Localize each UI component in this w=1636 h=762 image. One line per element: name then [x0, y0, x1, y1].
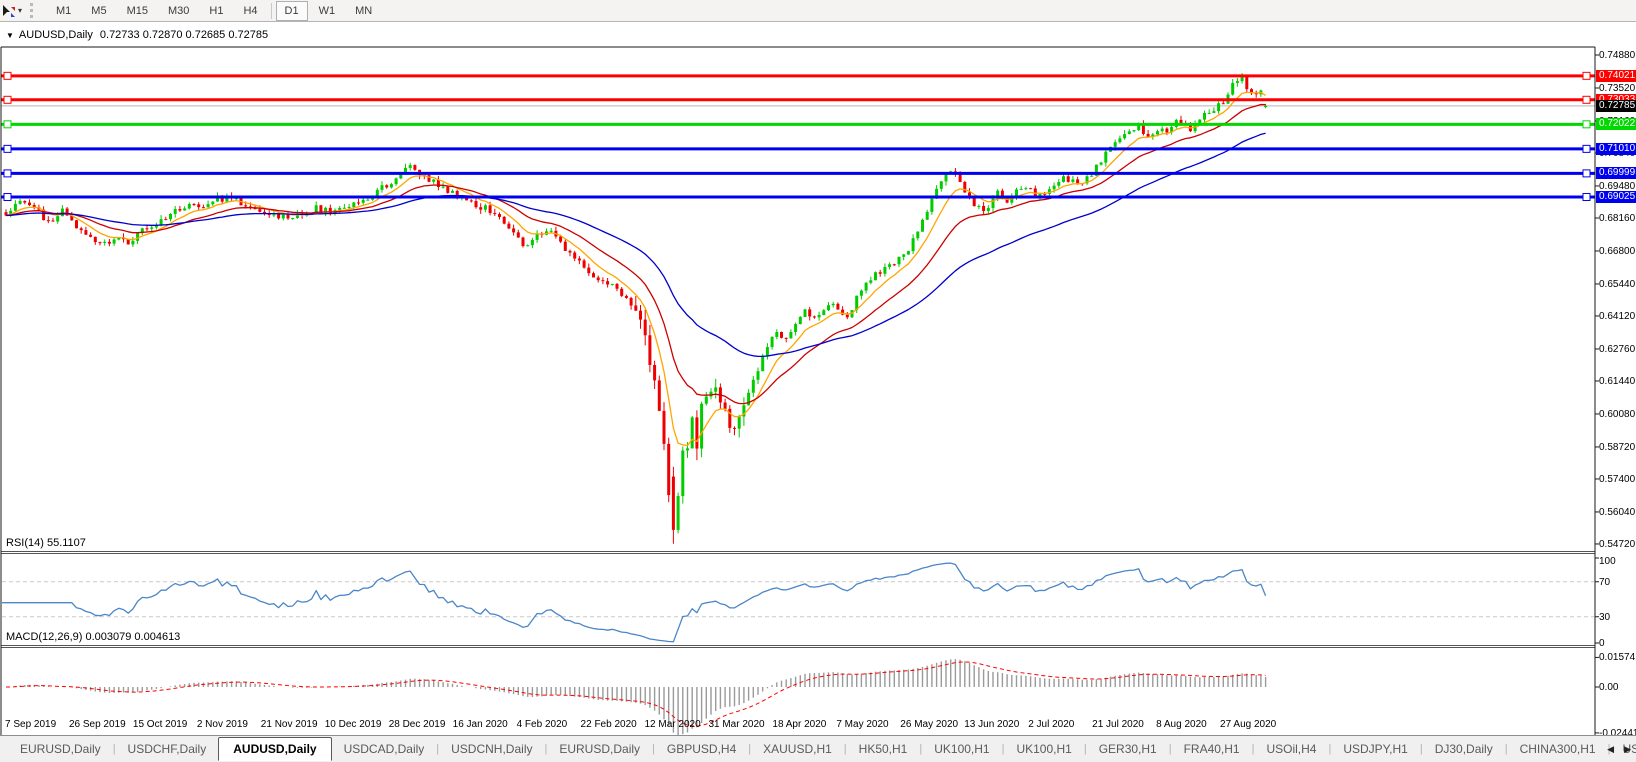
date-axis-label: 7 May 2020 [836, 719, 889, 730]
date-axis-label: 2 Nov 2019 [196, 719, 248, 730]
timeframe-button-D1[interactable]: D1 [275, 0, 308, 21]
rsi-label: RSI(14) 55.1107 [6, 537, 86, 549]
chart-tab-USDJPY-H1[interactable]: USDJPY,H1 [1331, 738, 1419, 760]
price-axis-tick: 0.65440 [1599, 278, 1636, 290]
price-axis-tick: 0.56040 [1599, 506, 1636, 518]
price-axis-tick: 0.60080 [1599, 408, 1636, 420]
chart-shift-tool-icon[interactable] [2, 4, 16, 18]
mt4-window: ▾ M1 M5 M15 M30 H1 H4 D1 W1 MN ▼ AUDUSD,Daily 0.72… [0, 0, 1636, 762]
date-axis-label: 26 May 2020 [900, 719, 959, 730]
price-axis-tick: 0.64120 [1599, 310, 1636, 322]
timeframe-button-M1[interactable]: M1 [47, 1, 80, 21]
timeframe-button-W1[interactable]: W1 [310, 1, 345, 21]
date-axis-label: 13 Jun 2020 [964, 719, 1020, 730]
chart-symbol: AUDUSD,Daily [18, 29, 93, 41]
chart-tab-EURUSD-Daily[interactable]: EURUSD,Daily [547, 738, 652, 760]
hline-price-label: 0.74021 [1596, 69, 1636, 82]
chart-tab-USDCAD-Daily[interactable]: USDCAD,Daily [332, 738, 437, 760]
timeframe-button-M15[interactable]: M15 [118, 1, 157, 21]
price-axis-tick: 0.58720 [1599, 441, 1636, 453]
date-axis-label: 31 Mar 2020 [708, 719, 765, 730]
tab-scroll-right-button[interactable]: ▶ [1624, 744, 1631, 755]
price-axis-tick: 0.54720 [1599, 538, 1636, 550]
price-axis-tick: 0.61440 [1599, 375, 1636, 387]
chart-tab-UK100-H1[interactable]: UK100,H1 [1004, 738, 1083, 760]
chart-tab-UK100-H1[interactable]: UK100,H1 [922, 738, 1001, 760]
price-axis-tick: 0.62760 [1599, 343, 1636, 355]
macd-label: MACD(12,26,9) 0.003079 0.004613 [6, 631, 181, 643]
date-axis-label: 2 Jul 2020 [1028, 719, 1075, 730]
timeframe-button-MN[interactable]: MN [346, 1, 381, 21]
chart-tab-CHINA300-H1[interactable]: CHINA300,H1 [1508, 738, 1608, 760]
toolbar-separator [270, 2, 272, 19]
date-axis-label: 10 Dec 2019 [324, 719, 382, 730]
chart-tab-FRA40-H1[interactable]: FRA40,H1 [1172, 738, 1252, 760]
chart-title: ▼ AUDUSD,Daily 0.72733 0.72870 0.72685 0.7… [6, 29, 268, 41]
date-axis-label: 15 Oct 2019 [132, 719, 188, 730]
rsi-axis-tick: 30 [1599, 611, 1611, 623]
date-axis-label: 21 Nov 2019 [260, 719, 318, 730]
date-axis-label: 22 Feb 2020 [580, 719, 637, 730]
timeframe-button-M5[interactable]: M5 [82, 1, 115, 21]
chart-ohlc-values: 0.72733 0.72870 0.72685 0.72785 [99, 29, 269, 41]
chart-window: ▼ AUDUSD,Daily 0.72733 0.72870 0.72685 0.7… [0, 22, 1636, 739]
date-axis-label: 28 Dec 2019 [388, 719, 446, 730]
timeframe-button-H4[interactable]: H4 [234, 1, 266, 21]
rsi-value: 55.1107 [46, 537, 86, 549]
macd-axis-tick: 0.00 [1599, 682, 1619, 693]
hline-price-label: 0.69025 [1596, 191, 1636, 203]
date-axis-label: 26 Sep 2019 [68, 719, 126, 730]
macd-axis-tick: 0.015741 [1599, 652, 1636, 664]
price-axis-tick: 0.68160 [1599, 212, 1636, 224]
chart-tab-XAUUSD-H1[interactable]: XAUUSD,H1 [751, 738, 844, 760]
collapse-arrow-icon[interactable]: ▼ [6, 31, 14, 40]
date-axis-label: 27 Aug 2020 [1220, 719, 1277, 730]
toolbar-grip[interactable] [30, 3, 38, 18]
chart-tab-DJ30-Daily[interactable]: DJ30,Daily [1423, 738, 1505, 760]
chart-canvas[interactable] [0, 22, 1636, 735]
chart-tabs: EURUSD,Daily | USDCHF,Daily AUDUSD,Daily USD… [8, 737, 1636, 761]
timeframe-button-H1[interactable]: H1 [200, 1, 232, 21]
timeframe-buttons: M1 M5 M15 M30 H1 H4 D1 W1 MN [46, 0, 382, 21]
date-axis-label: 4 Feb 2020 [516, 719, 568, 730]
hline-price-label: 0.71010 [1596, 142, 1636, 155]
macd-values: 0.003079 0.004613 [85, 631, 181, 643]
price-axis-tick: 0.74880 [1599, 50, 1636, 61]
date-axis-label: 7 Sep 2019 [5, 719, 57, 730]
chart-tab-GBPUSD-H4[interactable]: GBPUSD,H4 [655, 738, 748, 760]
date-axis-label: 16 Jan 2020 [452, 719, 508, 730]
dropdown-arrow-icon[interactable]: ▾ [18, 6, 22, 15]
chart-tab-HK50-H1[interactable]: HK50,H1 [847, 738, 920, 760]
rsi-axis-tick: 70 [1599, 576, 1611, 588]
price-axis-tick: 0.73520 [1599, 82, 1636, 94]
hline-price-label: 0.69999 [1596, 167, 1636, 180]
date-axis-label: 21 Jul 2020 [1092, 719, 1144, 730]
price-axis-tick: 0.57400 [1599, 473, 1636, 485]
date-axis-label: 18 Apr 2020 [772, 719, 827, 730]
hline-price-label: 0.72022 [1596, 118, 1636, 131]
chart-tab-AUDUSD-Daily[interactable]: AUDUSD,Daily [218, 737, 332, 761]
tab-scroll-left-button[interactable]: ◀ [1607, 744, 1614, 755]
rsi-axis-tick: 100 [1599, 556, 1616, 567]
chart-tab-GER30-H1[interactable]: GER30,H1 [1087, 738, 1169, 760]
tab-scroll-arrows: ◀ ▶ [1607, 736, 1631, 762]
date-axis-label: 8 Aug 2020 [1156, 719, 1207, 730]
current-price-label: 0.72785 [1596, 99, 1636, 112]
date-axis-label: 12 Mar 2020 [644, 719, 701, 730]
price-axis-tick: 0.66800 [1599, 245, 1636, 257]
timeframe-button-M30[interactable]: M30 [159, 1, 198, 21]
chart-tab-USOil-H4[interactable]: USOil,H4 [1254, 738, 1328, 760]
chart-tab-USDCHF-Daily[interactable]: USDCHF,Daily [116, 738, 219, 760]
chart-tab-EURUSD-Daily[interactable]: EURUSD,Daily [8, 738, 113, 760]
rsi-axis-tick: 0 [1599, 638, 1605, 649]
tab-bar: EURUSD,Daily | USDCHF,Daily AUDUSD,Daily USD… [0, 735, 1636, 762]
chart-tab-USDCNH-Daily[interactable]: USDCNH,Daily [439, 738, 544, 760]
timeframe-toolbar: ▾ M1 M5 M15 M30 H1 H4 D1 W1 MN [0, 0, 1636, 22]
